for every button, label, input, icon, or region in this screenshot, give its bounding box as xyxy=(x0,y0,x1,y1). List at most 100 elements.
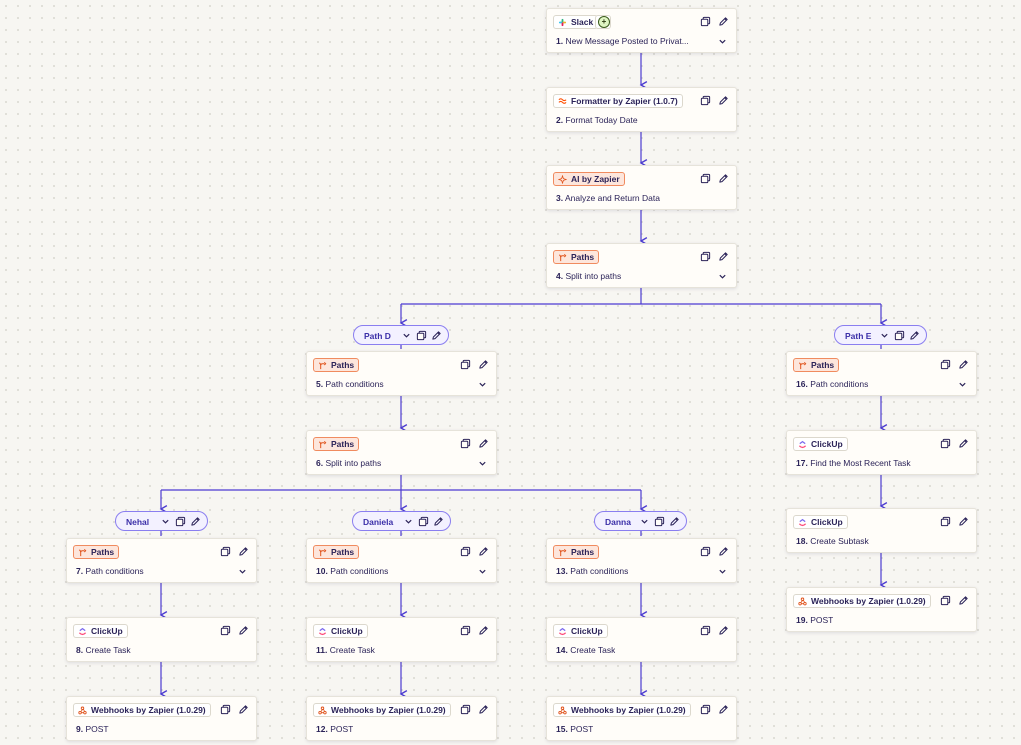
edit-icon[interactable] xyxy=(431,330,442,341)
app-badge[interactable]: Formatter by Zapier (1.0.7) xyxy=(553,94,683,108)
duplicate-icon[interactable] xyxy=(459,358,471,370)
edit-icon[interactable] xyxy=(717,545,729,557)
edit-icon[interactable] xyxy=(477,358,489,370)
chevron-down-icon[interactable] xyxy=(717,36,727,46)
app-badge[interactable]: ClickUp xyxy=(793,437,848,451)
app-badge[interactable]: Paths xyxy=(73,545,120,559)
edit-icon[interactable] xyxy=(477,703,489,715)
edit-icon[interactable] xyxy=(957,515,969,527)
edit-icon[interactable] xyxy=(477,624,489,636)
chevron-down-icon[interactable] xyxy=(717,271,727,281)
duplicate-icon[interactable] xyxy=(699,250,711,262)
step-card[interactable]: Webhooks by Zapier (1.0.29) 15. POST xyxy=(546,696,737,741)
app-badge[interactable]: Paths xyxy=(553,250,600,264)
duplicate-icon[interactable] xyxy=(699,15,711,27)
step-card[interactable]: Paths 6. Split into paths xyxy=(306,430,497,475)
chevron-down-icon[interactable] xyxy=(477,566,487,576)
edit-icon[interactable] xyxy=(717,703,729,715)
duplicate-icon[interactable] xyxy=(459,624,471,636)
edit-icon[interactable] xyxy=(237,545,249,557)
duplicate-icon[interactable] xyxy=(699,624,711,636)
app-badge[interactable]: ClickUp xyxy=(313,624,368,638)
step-card[interactable]: Paths 10. Path conditions xyxy=(306,538,497,583)
step-title[interactable]: 19. POST xyxy=(796,615,833,625)
step-card[interactable]: AI by Zapier 3. Analyze and Return Data xyxy=(546,165,737,210)
step-title[interactable]: 13. Path conditions xyxy=(556,566,628,576)
duplicate-icon[interactable] xyxy=(939,358,951,370)
step-card[interactable]: Paths 16. Path conditions xyxy=(786,351,977,396)
chevron-down-icon[interactable] xyxy=(477,458,487,468)
step-card[interactable]: Slack + 1. New Message Posted to Privat.… xyxy=(546,8,737,53)
edit-icon[interactable] xyxy=(190,516,201,527)
step-card[interactable]: Webhooks by Zapier (1.0.29) 12. POST xyxy=(306,696,497,741)
app-badge[interactable]: Paths xyxy=(553,545,600,559)
chevron-down-icon[interactable] xyxy=(237,566,247,576)
duplicate-icon[interactable] xyxy=(654,516,665,527)
edit-icon[interactable] xyxy=(477,437,489,449)
step-title[interactable]: 9. POST xyxy=(76,724,109,734)
step-card[interactable]: Paths 5. Path conditions xyxy=(306,351,497,396)
duplicate-icon[interactable] xyxy=(699,703,711,715)
app-badge[interactable]: ClickUp xyxy=(793,515,848,529)
app-badge[interactable]: Paths xyxy=(313,358,360,372)
duplicate-icon[interactable] xyxy=(699,545,711,557)
edit-icon[interactable] xyxy=(717,624,729,636)
duplicate-icon[interactable] xyxy=(418,516,429,527)
duplicate-icon[interactable] xyxy=(894,330,905,341)
edit-icon[interactable] xyxy=(717,172,729,184)
edit-icon[interactable] xyxy=(477,545,489,557)
step-card[interactable]: Formatter by Zapier (1.0.7) 2. Format To… xyxy=(546,87,737,132)
edit-icon[interactable] xyxy=(237,624,249,636)
step-card[interactable]: Paths 7. Path conditions xyxy=(66,538,257,583)
edit-icon[interactable] xyxy=(669,516,680,527)
step-card[interactable]: ClickUp 14. Create Task xyxy=(546,617,737,662)
duplicate-icon[interactable] xyxy=(175,516,186,527)
step-title[interactable]: 5. Path conditions xyxy=(316,379,384,389)
duplicate-icon[interactable] xyxy=(459,703,471,715)
duplicate-icon[interactable] xyxy=(219,545,231,557)
edit-icon[interactable] xyxy=(237,703,249,715)
app-badge[interactable]: ClickUp xyxy=(73,624,128,638)
chevron-down-icon[interactable] xyxy=(957,379,967,389)
step-card[interactable]: Paths 4. Split into paths xyxy=(546,243,737,288)
edit-icon[interactable] xyxy=(717,250,729,262)
edit-icon[interactable] xyxy=(957,594,969,606)
step-title[interactable]: 2. Format Today Date xyxy=(556,115,638,125)
step-card[interactable]: Webhooks by Zapier (1.0.29) 19. POST xyxy=(786,587,977,632)
step-title[interactable]: 15. POST xyxy=(556,724,593,734)
step-card[interactable]: Paths 13. Path conditions xyxy=(546,538,737,583)
edit-icon[interactable] xyxy=(717,15,729,27)
chevron-down-icon[interactable] xyxy=(401,330,412,341)
duplicate-icon[interactable] xyxy=(219,624,231,636)
duplicate-icon[interactable] xyxy=(939,437,951,449)
app-badge[interactable]: Webhooks by Zapier (1.0.29) xyxy=(793,594,931,608)
step-card[interactable]: Webhooks by Zapier (1.0.29) 9. POST xyxy=(66,696,257,741)
app-badge[interactable]: Paths xyxy=(313,545,360,559)
step-title[interactable]: 10. Path conditions xyxy=(316,566,388,576)
chevron-down-icon[interactable] xyxy=(879,330,890,341)
duplicate-icon[interactable] xyxy=(459,545,471,557)
step-title[interactable]: 1. New Message Posted to Privat... xyxy=(556,36,689,46)
step-title[interactable]: 3. Analyze and Return Data xyxy=(556,193,660,203)
duplicate-icon[interactable] xyxy=(699,172,711,184)
app-badge[interactable]: Webhooks by Zapier (1.0.29) xyxy=(73,703,211,717)
edit-icon[interactable] xyxy=(433,516,444,527)
step-title[interactable]: 4. Split into paths xyxy=(556,271,621,281)
edit-icon[interactable] xyxy=(957,437,969,449)
app-badge[interactable]: Webhooks by Zapier (1.0.29) xyxy=(553,703,691,717)
step-title[interactable]: 11. Create Task xyxy=(316,645,375,655)
step-title[interactable]: 16. Path conditions xyxy=(796,379,868,389)
app-badge[interactable]: ClickUp xyxy=(553,624,608,638)
app-badge[interactable]: Paths xyxy=(313,437,360,451)
path-pill[interactable]: Path D xyxy=(353,325,449,345)
app-badge[interactable]: Slack xyxy=(553,15,599,29)
step-card[interactable]: ClickUp 8. Create Task xyxy=(66,617,257,662)
app-badge[interactable]: Webhooks by Zapier (1.0.29) xyxy=(313,703,451,717)
chevron-down-icon[interactable] xyxy=(717,566,727,576)
path-pill[interactable]: Danna xyxy=(594,511,687,531)
step-card[interactable]: ClickUp 11. Create Task xyxy=(306,617,497,662)
chevron-down-icon[interactable] xyxy=(477,379,487,389)
step-title[interactable]: 12. POST xyxy=(316,724,353,734)
duplicate-icon[interactable] xyxy=(939,594,951,606)
edit-icon[interactable] xyxy=(909,330,920,341)
